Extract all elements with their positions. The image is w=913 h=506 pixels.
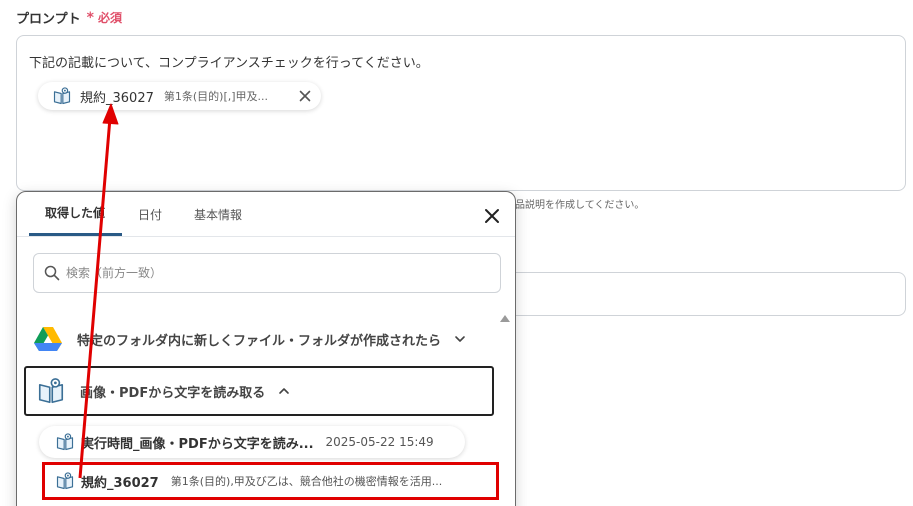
scrollbar-up-arrow[interactable] — [500, 315, 510, 322]
helper-text: 商品説明を作成してください。 — [505, 200, 645, 211]
item-name: 実行時間_画像・PDFから文字を読み... — [81, 436, 314, 452]
prompt-text: 下記の記載について、コンプライアンスチェックを行ってください。 — [29, 56, 429, 71]
variable-picker-popup: 取得した値 日付 基本情報 特定のフォルダ内に新しくファイル・フォルダが作成され… — [16, 191, 516, 506]
tab-basic-info[interactable]: 基本情報 — [178, 192, 258, 236]
prompt-textarea[interactable]: 下記の記載について、コンプライアンスチェックを行ってください。 規約_36027… — [16, 35, 906, 191]
item-value: 第1条(目的),甲及び乙は、競合他社の機密情報を活用... — [170, 475, 443, 488]
close-icon[interactable] — [483, 207, 501, 225]
required-text: 必須 — [97, 11, 122, 25]
close-icon[interactable] — [297, 88, 313, 104]
ocr-book-icon — [38, 378, 64, 404]
variable-item-terms[interactable]: 規約_36027 第1条(目的),甲及び乙は、競合他社の機密情報を活用... — [42, 462, 499, 500]
search-field[interactable] — [33, 253, 501, 293]
group-label: 特定のフォルダ内に新しくファイル・フォルダが作成されたら — [77, 333, 442, 349]
ocr-book-icon — [56, 472, 74, 490]
tab-retrieved-values[interactable]: 取得した値 — [29, 192, 122, 236]
ocr-book-icon — [56, 433, 74, 451]
item-name: 規約_36027 — [81, 475, 159, 491]
chevron-up-icon — [279, 388, 290, 394]
background-input-field[interactable] — [505, 272, 906, 316]
tab-divider — [17, 236, 515, 237]
group-ocr-action[interactable]: 画像・PDFから文字を読み取る — [24, 366, 494, 416]
prompt-field-label: プロンプト * 必須 — [16, 8, 122, 28]
group-label: 画像・PDFから文字を読み取る — [80, 385, 266, 401]
search-icon — [44, 265, 60, 281]
variable-chip[interactable]: 規約_36027 第1条(目的)[,]甲及... — [38, 82, 321, 110]
variable-item-execution-time[interactable]: 実行時間_画像・PDFから文字を読み... 2025-05-22 15:49 — [39, 426, 465, 458]
required-star: * — [86, 9, 94, 26]
chip-value: 第1条(目的)[,]甲及... — [163, 90, 269, 103]
tab-date[interactable]: 日付 — [122, 192, 178, 236]
chip-name: 規約_36027 — [80, 90, 154, 106]
google-drive-icon — [34, 327, 62, 351]
ocr-book-icon — [53, 87, 71, 105]
chevron-down-icon — [455, 336, 465, 342]
group-google-drive-trigger[interactable]: 特定のフォルダ内に新しくファイル・フォルダが作成されたら — [33, 322, 503, 356]
search-input[interactable] — [66, 266, 466, 280]
tab-bar: 取得した値 日付 基本情報 — [29, 192, 258, 236]
field-label-text: プロンプト — [16, 12, 81, 27]
item-value: 2025-05-22 15:49 — [325, 435, 434, 449]
